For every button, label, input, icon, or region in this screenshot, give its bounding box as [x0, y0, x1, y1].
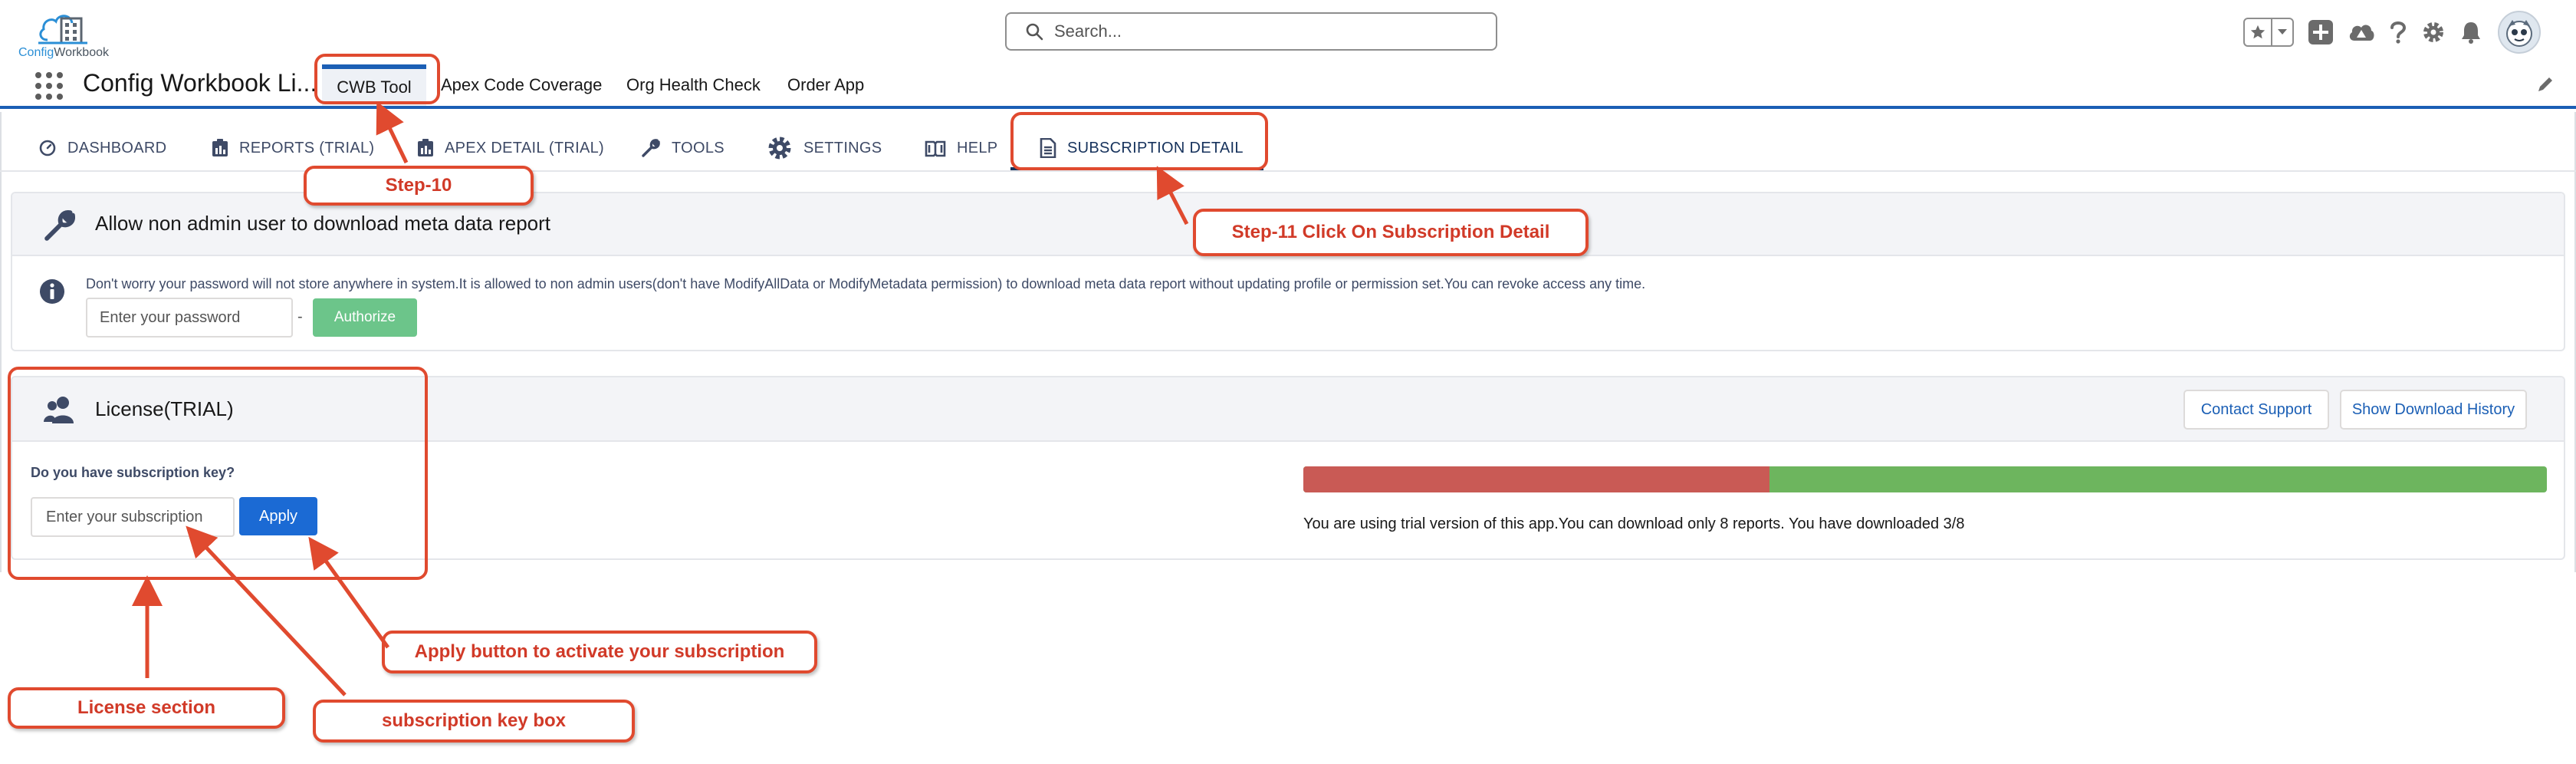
trial-usage-message: You are using trial version of this app.… [1303, 515, 1965, 532]
app-launcher-waffle-icon[interactable] [35, 72, 63, 100]
gauge-icon [38, 139, 57, 157]
user-avatar[interactable] [2498, 11, 2541, 54]
astro-avatar-icon [2506, 20, 2532, 47]
tab-help-label: HELP [957, 139, 998, 156]
gear-icon [767, 135, 793, 161]
favorites-star-icon[interactable] [2245, 19, 2272, 45]
download-usage-progress-fill [1303, 466, 1770, 492]
search-icon [1026, 23, 1043, 41]
annotation-highlight-subscription-detail [1010, 112, 1268, 170]
wrench-icon [43, 209, 77, 246]
annotation-step-11: Step-11 Click On Subscription Detail [1193, 209, 1589, 256]
logo-text: ConfigWorkbook [18, 46, 109, 60]
password-info-text: Don't worry your password will not store… [86, 276, 1646, 291]
global-search-input[interactable] [1054, 21, 1484, 41]
tab-tools-label: TOOLS [672, 139, 724, 156]
show-download-history-button[interactable]: Show Download History [2340, 390, 2527, 430]
book-icon [925, 139, 946, 157]
download-usage-progress-bar [1303, 466, 2547, 492]
config-workbook-logo[interactable]: ConfigWorkbook [17, 6, 109, 60]
tab-apex-detail-trial-label: APEX DETAIL (TRIAL) [445, 139, 604, 156]
tab-dashboard[interactable]: DASHBOARD [38, 135, 166, 161]
trailhead-cloud-icon[interactable] [2348, 21, 2375, 44]
app-name: Config Workbook Li... [83, 69, 317, 97]
edit-nav-pencil-icon[interactable] [2536, 75, 2555, 97]
nav-tab-apex-code-coverage[interactable]: Apex Code Coverage [441, 64, 602, 106]
tab-reports-trial[interactable]: REPORTS (TRIAL) [212, 135, 374, 161]
annotation-apply-button-note: Apply button to activate your subscripti… [382, 631, 817, 673]
setup-gear-icon[interactable] [2421, 20, 2446, 44]
nav-tab-order-app[interactable]: Order App [787, 64, 864, 106]
annotation-subscription-key-note: subscription key box [313, 700, 635, 743]
global-search[interactable] [1005, 12, 1497, 51]
page-tabs: DASHBOARD REPORTS (TRIAL) APEX DETAIL (T… [0, 112, 2576, 172]
info-icon [38, 278, 66, 309]
logo-text-config: Config [18, 46, 54, 59]
help-question-icon[interactable] [2389, 20, 2407, 44]
notifications-bell-icon[interactable] [2459, 20, 2482, 44]
tab-dashboard-label: DASHBOARD [67, 139, 167, 156]
tab-tools[interactable]: TOOLS [641, 135, 724, 161]
contact-support-button[interactable]: Contact Support [2183, 390, 2329, 430]
non-admin-download-card-title: Allow non admin user to download meta da… [95, 212, 551, 235]
tab-help[interactable]: HELP [925, 135, 997, 161]
authorize-button[interactable]: Authorize [313, 298, 417, 337]
password-input[interactable] [86, 298, 293, 338]
tab-reports-trial-label: REPORTS (TRIAL) [239, 139, 375, 156]
global-actions-plus-icon[interactable] [2308, 19, 2334, 45]
logo-text-workbook: Workbook [54, 46, 109, 59]
nav-tab-org-health-check[interactable]: Org Health Check [626, 64, 761, 106]
cloud-building-icon [38, 15, 87, 44]
report-icon [417, 139, 434, 157]
annotation-step-10: Step-10 [304, 166, 534, 206]
wrench-icon [641, 138, 661, 158]
favorites-button-group[interactable] [2243, 18, 2294, 47]
annotation-license-section-note: License section [8, 687, 285, 729]
annotation-highlight-license-section [8, 367, 428, 580]
annotation-highlight-cwb-tool [314, 54, 440, 104]
tab-settings[interactable]: SETTINGS [767, 135, 882, 161]
tab-settings-label: SETTINGS [803, 139, 882, 156]
favorites-chevron-down-icon[interactable] [2272, 28, 2292, 36]
tab-apex-detail-trial[interactable]: APEX DETAIL (TRIAL) [417, 135, 604, 161]
header-utility-icons [2243, 11, 2541, 54]
report-icon [212, 139, 228, 157]
separator: - [297, 308, 303, 325]
